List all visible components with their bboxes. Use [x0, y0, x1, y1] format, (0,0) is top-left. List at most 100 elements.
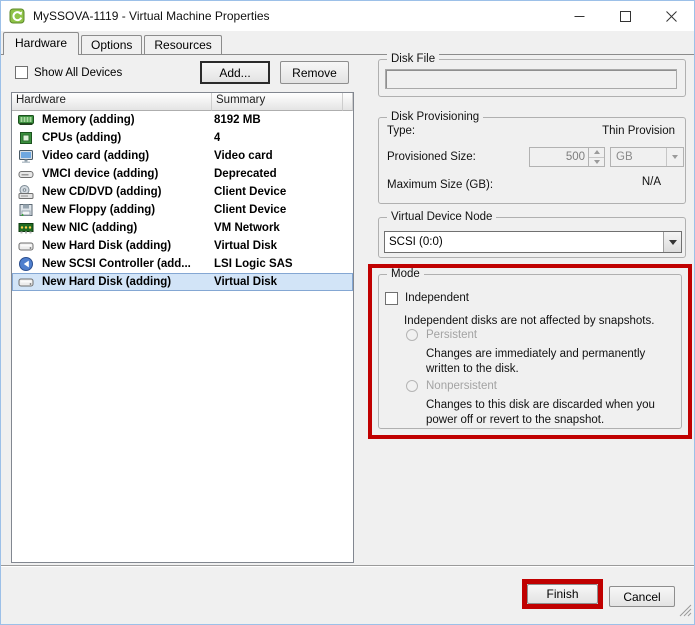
floppy-icon: [18, 202, 34, 218]
hardware-name: New CD/DVD (adding): [42, 186, 214, 198]
table-row-hard-disk-1[interactable]: New Hard Disk (adding) Virtual Disk: [12, 237, 353, 255]
spinner-up-icon[interactable]: [589, 148, 604, 158]
cd-dvd-icon: [18, 184, 34, 200]
footer-divider: [1, 565, 694, 567]
disk-file-input[interactable]: [385, 69, 677, 89]
hardware-table: Hardware Summary Memory (adding) 8192 MB…: [11, 92, 354, 563]
nic-icon: [18, 220, 34, 236]
disk-provisioning-group: Disk Provisioning Type: Thin Provision P…: [378, 117, 686, 204]
vmci-device-icon: [18, 166, 34, 182]
add-button[interactable]: Add...: [200, 61, 270, 84]
column-header-hardware[interactable]: Hardware: [12, 93, 212, 111]
close-icon[interactable]: [648, 1, 694, 31]
table-row-floppy[interactable]: New Floppy (adding) Client Device: [12, 201, 353, 219]
persistent-description: Changes are immediately and permanently …: [426, 347, 678, 377]
dialog-body: Show All Devices Add... Remove Hardware …: [1, 54, 694, 624]
finish-button[interactable]: Finish: [527, 584, 598, 604]
hardware-summary: Client Device: [214, 204, 286, 216]
table-row-vmci-device[interactable]: VMCI device (adding) Deprecated: [12, 165, 353, 183]
cancel-button[interactable]: Cancel: [609, 586, 675, 607]
column-header-filler: [343, 93, 353, 111]
nonpersistent-label: Nonpersistent: [426, 380, 497, 392]
table-row-nic[interactable]: New NIC (adding) VM Network: [12, 219, 353, 237]
show-all-devices-checkbox[interactable]: [15, 66, 28, 79]
virtual-device-node-dropdown[interactable]: SCSI (0:0): [384, 231, 682, 253]
hardware-summary: 8192 MB: [214, 114, 261, 126]
maximum-size-label: Maximum Size (GB):: [387, 179, 493, 191]
vsphere-app-icon: [9, 8, 25, 24]
provisioned-size-input[interactable]: [530, 148, 588, 166]
virtual-device-node-group: Virtual Device Node SCSI (0:0): [378, 217, 686, 258]
type-value: Thin Provision: [602, 125, 675, 137]
persistent-label: Persistent: [426, 329, 477, 341]
window-title: MySSOVA-1119 - Virtual Machine Propertie…: [33, 9, 270, 23]
tab-strip: Hardware Options Resources: [3, 31, 224, 54]
virtual-device-node-group-label: Virtual Device Node: [387, 210, 496, 225]
resize-grip[interactable]: [679, 604, 692, 622]
disk-file-group: Disk File: [378, 59, 686, 97]
nonpersistent-radio[interactable]: [406, 380, 418, 392]
table-row-cd-dvd[interactable]: New CD/DVD (adding) Client Device: [12, 183, 353, 201]
title-bar: MySSOVA-1119 - Virtual Machine Propertie…: [1, 1, 694, 31]
hardware-name: VMCI device (adding): [42, 168, 214, 180]
column-header-summary[interactable]: Summary: [212, 93, 343, 111]
hard-disk-icon: [18, 274, 34, 290]
hardware-summary: Virtual Disk: [214, 276, 277, 288]
hardware-summary: Client Device: [214, 186, 286, 198]
minimize-icon[interactable]: [556, 1, 602, 31]
maximum-size-value: N/A: [642, 176, 661, 188]
size-unit-dropdown[interactable]: GB: [610, 147, 684, 167]
disk-file-group-label: Disk File: [387, 52, 439, 67]
mode-group-label: Mode: [387, 267, 424, 282]
mode-group: Mode Independent Independent disks are n…: [378, 274, 682, 429]
hardware-summary: Video card: [214, 150, 273, 162]
hardware-name: Memory (adding): [42, 114, 214, 126]
provisioned-size-label: Provisioned Size:: [387, 151, 476, 163]
size-unit-value: GB: [611, 151, 666, 163]
remove-button[interactable]: Remove: [280, 61, 349, 84]
table-row-memory[interactable]: Memory (adding) 8192 MB: [12, 111, 353, 129]
table-row-video-card[interactable]: Video card (adding) Video card: [12, 147, 353, 165]
memory-icon: [18, 112, 34, 128]
independent-checkbox[interactable]: [385, 292, 398, 305]
chevron-down-icon[interactable]: [663, 232, 681, 252]
independent-description: Independent disks are not affected by sn…: [404, 314, 666, 329]
type-label: Type:: [387, 125, 415, 137]
hard-disk-icon: [18, 238, 34, 254]
hardware-table-header: Hardware Summary: [12, 93, 353, 111]
table-row-scsi-controller[interactable]: New SCSI Controller (add... LSI Logic SA…: [12, 255, 353, 273]
hardware-name: New SCSI Controller (add...: [42, 258, 214, 270]
hardware-summary: VM Network: [214, 222, 280, 234]
chevron-down-icon[interactable]: [666, 148, 683, 166]
nonpersistent-description: Changes to this disk are discarded when …: [426, 398, 680, 428]
hardware-name: Video card (adding): [42, 150, 214, 162]
hardware-name: New Hard Disk (adding): [42, 276, 214, 288]
tab-resources[interactable]: Resources: [144, 35, 221, 54]
scsi-controller-icon: [18, 256, 34, 272]
independent-label: Independent: [405, 292, 469, 304]
tab-options[interactable]: Options: [81, 35, 142, 54]
hardware-name: CPUs (adding): [42, 132, 214, 144]
hardware-name: New NIC (adding): [42, 222, 214, 234]
hardware-summary: Virtual Disk: [214, 240, 277, 252]
tab-hardware[interactable]: Hardware: [3, 32, 79, 55]
hardware-summary: LSI Logic SAS: [214, 258, 293, 270]
table-row-cpus[interactable]: CPUs (adding) 4: [12, 129, 353, 147]
finish-highlight-annotation: Finish: [522, 579, 603, 609]
hardware-name: New Hard Disk (adding): [42, 240, 214, 252]
hardware-summary: Deprecated: [214, 168, 277, 180]
spinner-down-icon[interactable]: [589, 158, 604, 167]
vm-properties-dialog: MySSOVA-1119 - Virtual Machine Propertie…: [0, 0, 695, 625]
virtual-device-node-value: SCSI (0:0): [385, 236, 663, 248]
cpu-icon: [18, 130, 34, 146]
show-all-devices-row: Show All Devices: [15, 66, 122, 79]
disk-provisioning-group-label: Disk Provisioning: [387, 110, 483, 125]
persistent-radio[interactable]: [406, 329, 418, 341]
hardware-name: New Floppy (adding): [42, 204, 214, 216]
hardware-summary: 4: [214, 132, 220, 144]
video-card-icon: [18, 148, 34, 164]
maximize-icon[interactable]: [602, 1, 648, 31]
provisioned-size-stepper[interactable]: [529, 147, 605, 167]
table-row-hard-disk-2-selected[interactable]: New Hard Disk (adding) Virtual Disk: [12, 273, 353, 291]
show-all-devices-label: Show All Devices: [34, 67, 122, 79]
